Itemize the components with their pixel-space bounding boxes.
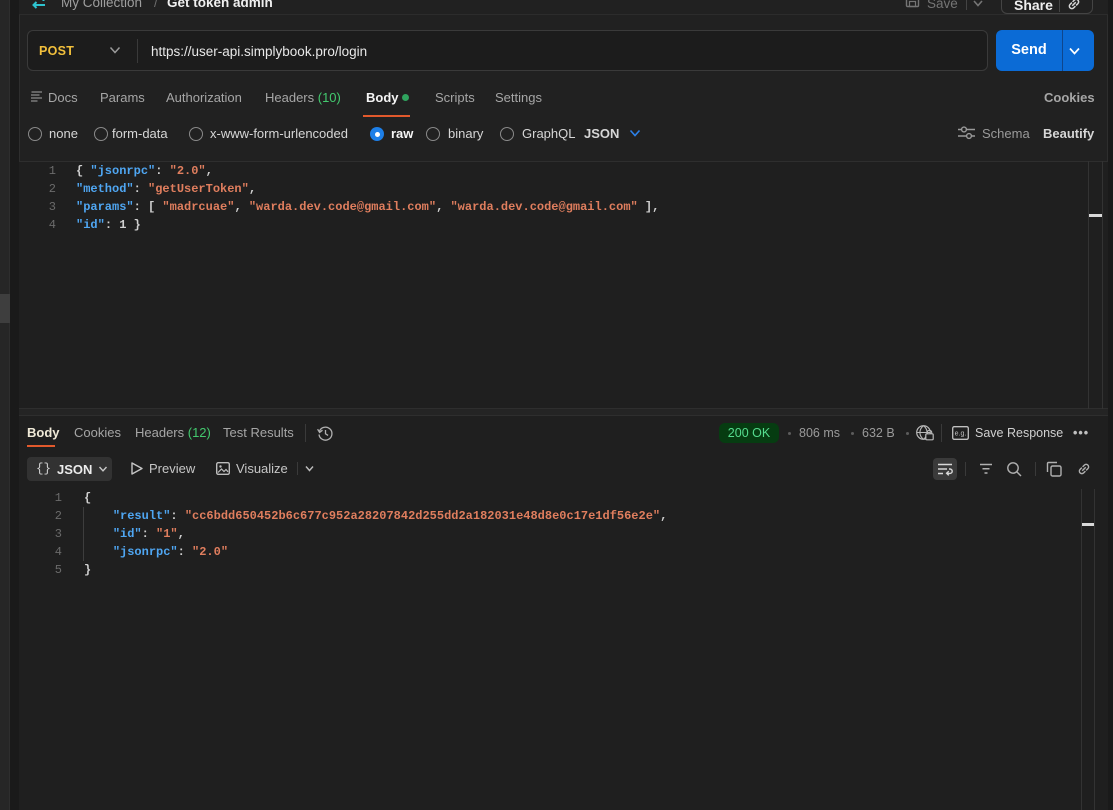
- svg-text:e.g.: e.g.: [955, 431, 967, 438]
